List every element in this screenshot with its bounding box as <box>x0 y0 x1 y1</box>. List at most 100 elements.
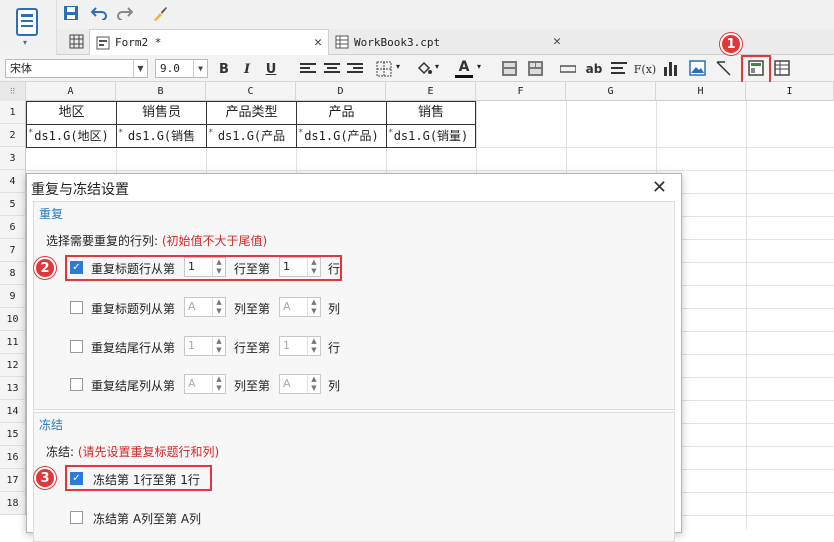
merge-cells-icon[interactable] <box>502 61 517 76</box>
row-header[interactable]: 7 <box>0 239 26 262</box>
align-left-icon[interactable] <box>300 62 316 76</box>
repeat-title-col-label: 重复标题列从第 <box>91 302 176 316</box>
column-header-g[interactable]: G <box>566 82 656 101</box>
sheet-settings-icon[interactable] <box>774 60 790 76</box>
grid-cell[interactable]: * ds1.G(地区) <box>26 124 117 148</box>
freeze-cols-label: 冻结第 A列至第 A列 <box>93 512 202 526</box>
chevron-down-icon[interactable]: ▾ <box>477 62 481 71</box>
freeze-section-title: 冻结 <box>39 418 64 432</box>
row-header[interactable]: 10 <box>0 308 26 331</box>
formula-icon[interactable]: F(x) <box>634 59 656 79</box>
freeze-cols-checkbox[interactable] <box>70 511 83 524</box>
row-header[interactable]: 16 <box>0 446 26 469</box>
column-header-f[interactable]: F <box>476 82 566 101</box>
insert-row-icon[interactable] <box>560 65 576 73</box>
italic-icon[interactable]: I <box>239 59 255 79</box>
column-header-a[interactable]: A <box>26 82 116 101</box>
grid-cell[interactable]: * ds1.G(销量) <box>386 124 476 148</box>
bold-icon[interactable]: B <box>216 59 232 79</box>
split-cells-icon[interactable] <box>528 61 543 76</box>
select-all-corner[interactable]: ⠿ <box>0 82 26 101</box>
repeat-footer-col-checkbox[interactable] <box>70 378 83 391</box>
row-header[interactable]: 15 <box>0 423 26 446</box>
repeat-footer-row-checkbox[interactable] <box>70 340 83 353</box>
repeat-title-col-to[interactable]: A ▲ ▼ <box>279 297 321 317</box>
repeat-section-title: 重复 <box>39 207 64 221</box>
annotation-badge-2: 2 <box>34 257 56 279</box>
row-header[interactable]: 14 <box>0 400 26 423</box>
tab-workbook3[interactable]: WorkBook3.cpt ✕ <box>329 29 567 55</box>
row-header[interactable]: 8 <box>0 262 26 285</box>
font-color-icon[interactable]: A <box>455 59 473 78</box>
close-icon[interactable]: ✕ <box>652 177 667 198</box>
column-header-c[interactable]: C <box>206 82 296 101</box>
grid-cell[interactable]: 产品类型 <box>206 101 297 125</box>
row-header[interactable]: 9 <box>0 285 26 308</box>
row-header[interactable]: 3 <box>0 147 26 170</box>
row-header[interactable]: 6 <box>0 216 26 239</box>
tab-label: Form2 * <box>115 36 162 49</box>
font-size-value: 9.0 <box>160 62 180 75</box>
template-icon[interactable] <box>16 8 38 36</box>
grid-icon[interactable] <box>69 34 84 49</box>
bar-chart-icon[interactable] <box>663 60 679 76</box>
close-icon[interactable]: ✕ <box>314 35 322 50</box>
grid-cell[interactable]: 销售 <box>386 101 476 125</box>
row-header[interactable]: 5 <box>0 193 26 216</box>
column-header-e[interactable]: E <box>386 82 476 101</box>
repeat-footer-col-to[interactable]: A ▲ ▼ <box>279 374 321 394</box>
fill-color-icon[interactable] <box>416 60 432 77</box>
column-header-i[interactable]: I <box>746 82 834 101</box>
column-header-d[interactable]: D <box>296 82 386 101</box>
undo-icon[interactable] <box>91 6 107 20</box>
repeat-footer-row-to-label: 行至第 <box>234 341 271 355</box>
grid-cell[interactable]: * ds1.G(产品) <box>296 124 387 148</box>
grid-cell[interactable]: 产品 <box>296 101 387 125</box>
row-header[interactable]: 17 <box>0 469 26 492</box>
close-icon[interactable]: ✕ <box>553 34 561 49</box>
row-header[interactable]: 1 <box>0 101 26 124</box>
cell-formula: ds1.G(地区) <box>34 129 109 143</box>
row-header[interactable]: 2 <box>0 124 26 147</box>
repeat-title-col-from[interactable]: A ▲ ▼ <box>184 297 226 317</box>
column-header-b[interactable]: B <box>116 82 206 101</box>
align-center-icon[interactable] <box>324 62 340 76</box>
repeat-footer-row-to[interactable]: 1 ▲ ▼ <box>279 336 321 356</box>
repeat-title-col-checkbox[interactable] <box>70 301 83 314</box>
font-family-select[interactable]: 宋体 ▼ <box>5 59 148 78</box>
workbook-icon <box>335 35 349 49</box>
chevron-down-icon[interactable]: ▾ <box>396 62 400 71</box>
repeat-footer-row-from[interactable]: 1 ▲ ▼ <box>184 336 226 356</box>
format-brush-icon[interactable] <box>151 5 168 22</box>
form-icon <box>96 36 110 49</box>
row-header[interactable]: 13 <box>0 377 26 400</box>
grid-cell[interactable]: * ds1.G(销售 <box>116 124 207 148</box>
save-icon[interactable] <box>63 5 79 21</box>
row-header[interactable]: 11 <box>0 331 26 354</box>
align-right-icon[interactable] <box>347 62 363 76</box>
slash-icon[interactable] <box>715 60 731 76</box>
column-header-h[interactable]: H <box>656 82 746 101</box>
cell-formula: ds1.G(销售 <box>127 129 196 143</box>
tab-form2[interactable]: Form2 * ✕ <box>89 29 329 55</box>
image-icon[interactable] <box>689 60 706 76</box>
row-header[interactable]: 12 <box>0 354 26 377</box>
text-icon[interactable]: ab <box>585 59 603 79</box>
grid-cell[interactable]: 销售员 <box>116 101 207 125</box>
row-header[interactable]: 4 <box>0 170 26 193</box>
grid-cell[interactable]: 地区 <box>26 101 117 125</box>
redo-icon[interactable] <box>117 6 133 20</box>
underline-icon[interactable]: U <box>263 59 279 79</box>
chevron-down-icon[interactable]: ▾ <box>23 38 27 47</box>
grid-cell[interactable]: * ds1.G(产品 <box>206 124 297 148</box>
repeat-prompt: 选择需要重复的行列: (初始值不大于尾值) <box>46 234 268 248</box>
paragraph-icon[interactable] <box>611 62 627 76</box>
repeat-footer-row-unit: 行 <box>328 341 341 355</box>
row-header[interactable]: 18 <box>0 492 26 515</box>
border-icon[interactable] <box>376 61 392 77</box>
highlight-freeze-button <box>741 55 771 84</box>
repeat-footer-col-from[interactable]: A ▲ ▼ <box>184 374 226 394</box>
font-size-select[interactable]: 9.0 ▼ <box>155 59 208 78</box>
chevron-down-icon[interactable]: ▾ <box>435 62 439 71</box>
highlight-repeat-title-row <box>65 255 342 281</box>
